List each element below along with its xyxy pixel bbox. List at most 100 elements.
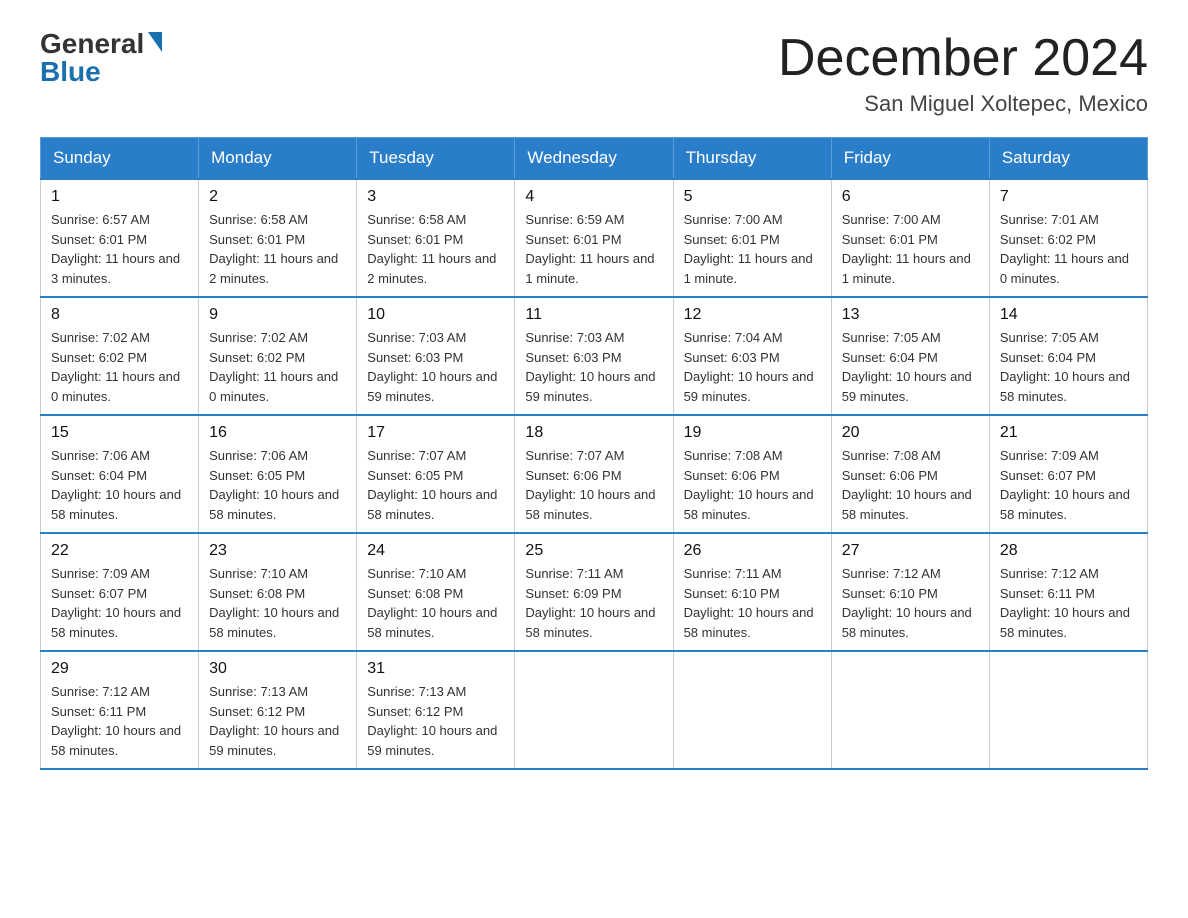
calendar-day-cell: 31 Sunrise: 7:13 AM Sunset: 6:12 PM Dayl… xyxy=(357,651,515,769)
day-info: Sunrise: 6:59 AM Sunset: 6:01 PM Dayligh… xyxy=(525,210,662,288)
sunrise-label: Sunrise: 7:08 AM xyxy=(842,448,941,463)
calendar-day-cell: 22 Sunrise: 7:09 AM Sunset: 6:07 PM Dayl… xyxy=(41,533,199,651)
calendar-day-cell: 23 Sunrise: 7:10 AM Sunset: 6:08 PM Dayl… xyxy=(199,533,357,651)
weekday-header: Friday xyxy=(831,138,989,180)
daylight-label: Daylight: 10 hours and 58 minutes. xyxy=(209,487,339,522)
calendar-week-row: 22 Sunrise: 7:09 AM Sunset: 6:07 PM Dayl… xyxy=(41,533,1148,651)
sunrise-label: Sunrise: 7:13 AM xyxy=(367,684,466,699)
sunrise-label: Sunrise: 7:11 AM xyxy=(684,566,782,581)
daylight-label: Daylight: 10 hours and 58 minutes. xyxy=(842,605,972,640)
daylight-label: Daylight: 11 hours and 2 minutes. xyxy=(367,251,496,286)
daylight-label: Daylight: 11 hours and 3 minutes. xyxy=(51,251,180,286)
day-info: Sunrise: 7:01 AM Sunset: 6:02 PM Dayligh… xyxy=(1000,210,1137,288)
daylight-label: Daylight: 10 hours and 59 minutes. xyxy=(842,369,972,404)
daylight-label: Daylight: 10 hours and 58 minutes. xyxy=(51,487,181,522)
day-number: 3 xyxy=(367,188,504,206)
calendar-week-row: 1 Sunrise: 6:57 AM Sunset: 6:01 PM Dayli… xyxy=(41,179,1148,297)
calendar-day-cell: 10 Sunrise: 7:03 AM Sunset: 6:03 PM Dayl… xyxy=(357,297,515,415)
sunrise-label: Sunrise: 7:01 AM xyxy=(1000,212,1099,227)
calendar-day-cell xyxy=(831,651,989,769)
sunrise-label: Sunrise: 7:05 AM xyxy=(842,330,941,345)
calendar-day-cell: 26 Sunrise: 7:11 AM Sunset: 6:10 PM Dayl… xyxy=(673,533,831,651)
title-block: December 2024 San Miguel Xoltepec, Mexic… xyxy=(778,30,1148,117)
sunrise-label: Sunrise: 7:07 AM xyxy=(525,448,624,463)
daylight-label: Daylight: 10 hours and 58 minutes. xyxy=(51,605,181,640)
calendar-day-cell: 13 Sunrise: 7:05 AM Sunset: 6:04 PM Dayl… xyxy=(831,297,989,415)
daylight-label: Daylight: 10 hours and 58 minutes. xyxy=(367,605,497,640)
daylight-label: Daylight: 11 hours and 1 minute. xyxy=(684,251,813,286)
daylight-label: Daylight: 10 hours and 58 minutes. xyxy=(51,723,181,758)
sunset-label: Sunset: 6:01 PM xyxy=(367,232,463,247)
daylight-label: Daylight: 10 hours and 58 minutes. xyxy=(684,605,814,640)
daylight-label: Daylight: 10 hours and 58 minutes. xyxy=(1000,605,1130,640)
day-info: Sunrise: 7:05 AM Sunset: 6:04 PM Dayligh… xyxy=(1000,328,1137,406)
day-number: 8 xyxy=(51,306,188,324)
sunrise-label: Sunrise: 7:12 AM xyxy=(842,566,941,581)
day-info: Sunrise: 7:13 AM Sunset: 6:12 PM Dayligh… xyxy=(209,682,346,760)
day-number: 4 xyxy=(525,188,662,206)
day-number: 16 xyxy=(209,424,346,442)
weekday-header: Sunday xyxy=(41,138,199,180)
sunset-label: Sunset: 6:02 PM xyxy=(51,350,147,365)
daylight-label: Daylight: 11 hours and 1 minute. xyxy=(525,251,654,286)
day-info: Sunrise: 6:57 AM Sunset: 6:01 PM Dayligh… xyxy=(51,210,188,288)
calendar-day-cell: 2 Sunrise: 6:58 AM Sunset: 6:01 PM Dayli… xyxy=(199,179,357,297)
day-info: Sunrise: 7:05 AM Sunset: 6:04 PM Dayligh… xyxy=(842,328,979,406)
day-number: 10 xyxy=(367,306,504,324)
day-info: Sunrise: 7:07 AM Sunset: 6:05 PM Dayligh… xyxy=(367,446,504,524)
day-info: Sunrise: 7:12 AM Sunset: 6:11 PM Dayligh… xyxy=(51,682,188,760)
sunset-label: Sunset: 6:08 PM xyxy=(367,586,463,601)
sunset-label: Sunset: 6:10 PM xyxy=(842,586,938,601)
day-number: 12 xyxy=(684,306,821,324)
day-info: Sunrise: 7:08 AM Sunset: 6:06 PM Dayligh… xyxy=(842,446,979,524)
day-number: 24 xyxy=(367,542,504,560)
day-number: 13 xyxy=(842,306,979,324)
day-number: 15 xyxy=(51,424,188,442)
day-info: Sunrise: 7:02 AM Sunset: 6:02 PM Dayligh… xyxy=(51,328,188,406)
sunset-label: Sunset: 6:06 PM xyxy=(525,468,621,483)
page-header: General Blue December 2024 San Miguel Xo… xyxy=(40,30,1148,117)
sunrise-label: Sunrise: 7:06 AM xyxy=(209,448,308,463)
calendar-day-cell: 5 Sunrise: 7:00 AM Sunset: 6:01 PM Dayli… xyxy=(673,179,831,297)
sunrise-label: Sunrise: 7:00 AM xyxy=(842,212,941,227)
sunrise-label: Sunrise: 6:58 AM xyxy=(209,212,308,227)
sunrise-label: Sunrise: 7:13 AM xyxy=(209,684,308,699)
daylight-label: Daylight: 10 hours and 58 minutes. xyxy=(842,487,972,522)
sunset-label: Sunset: 6:06 PM xyxy=(842,468,938,483)
sunset-label: Sunset: 6:03 PM xyxy=(684,350,780,365)
sunrise-label: Sunrise: 6:57 AM xyxy=(51,212,150,227)
sunrise-label: Sunrise: 7:12 AM xyxy=(1000,566,1099,581)
calendar-day-cell: 24 Sunrise: 7:10 AM Sunset: 6:08 PM Dayl… xyxy=(357,533,515,651)
calendar-day-cell: 27 Sunrise: 7:12 AM Sunset: 6:10 PM Dayl… xyxy=(831,533,989,651)
logo: General Blue xyxy=(40,30,162,86)
daylight-label: Daylight: 11 hours and 2 minutes. xyxy=(209,251,338,286)
calendar-day-cell: 6 Sunrise: 7:00 AM Sunset: 6:01 PM Dayli… xyxy=(831,179,989,297)
day-info: Sunrise: 7:03 AM Sunset: 6:03 PM Dayligh… xyxy=(525,328,662,406)
daylight-label: Daylight: 11 hours and 0 minutes. xyxy=(209,369,338,404)
sunset-label: Sunset: 6:11 PM xyxy=(1000,586,1095,601)
day-info: Sunrise: 7:12 AM Sunset: 6:11 PM Dayligh… xyxy=(1000,564,1137,642)
sunrise-label: Sunrise: 7:06 AM xyxy=(51,448,150,463)
sunrise-label: Sunrise: 6:58 AM xyxy=(367,212,466,227)
calendar-day-cell: 30 Sunrise: 7:13 AM Sunset: 6:12 PM Dayl… xyxy=(199,651,357,769)
sunset-label: Sunset: 6:04 PM xyxy=(842,350,938,365)
day-info: Sunrise: 7:06 AM Sunset: 6:05 PM Dayligh… xyxy=(209,446,346,524)
daylight-label: Daylight: 10 hours and 59 minutes. xyxy=(209,723,339,758)
logo-general: General xyxy=(40,30,144,58)
sunset-label: Sunset: 6:02 PM xyxy=(209,350,305,365)
daylight-label: Daylight: 10 hours and 58 minutes. xyxy=(1000,487,1130,522)
day-number: 9 xyxy=(209,306,346,324)
calendar-day-cell: 8 Sunrise: 7:02 AM Sunset: 6:02 PM Dayli… xyxy=(41,297,199,415)
sunset-label: Sunset: 6:07 PM xyxy=(51,586,147,601)
sunrise-label: Sunrise: 7:00 AM xyxy=(684,212,783,227)
sunset-label: Sunset: 6:05 PM xyxy=(367,468,463,483)
calendar-day-cell: 20 Sunrise: 7:08 AM Sunset: 6:06 PM Dayl… xyxy=(831,415,989,533)
day-info: Sunrise: 6:58 AM Sunset: 6:01 PM Dayligh… xyxy=(367,210,504,288)
sunset-label: Sunset: 6:03 PM xyxy=(525,350,621,365)
sunset-label: Sunset: 6:09 PM xyxy=(525,586,621,601)
day-info: Sunrise: 7:03 AM Sunset: 6:03 PM Dayligh… xyxy=(367,328,504,406)
sunset-label: Sunset: 6:01 PM xyxy=(525,232,621,247)
day-info: Sunrise: 7:00 AM Sunset: 6:01 PM Dayligh… xyxy=(842,210,979,288)
calendar-day-cell: 21 Sunrise: 7:09 AM Sunset: 6:07 PM Dayl… xyxy=(989,415,1147,533)
sunrise-label: Sunrise: 7:07 AM xyxy=(367,448,466,463)
